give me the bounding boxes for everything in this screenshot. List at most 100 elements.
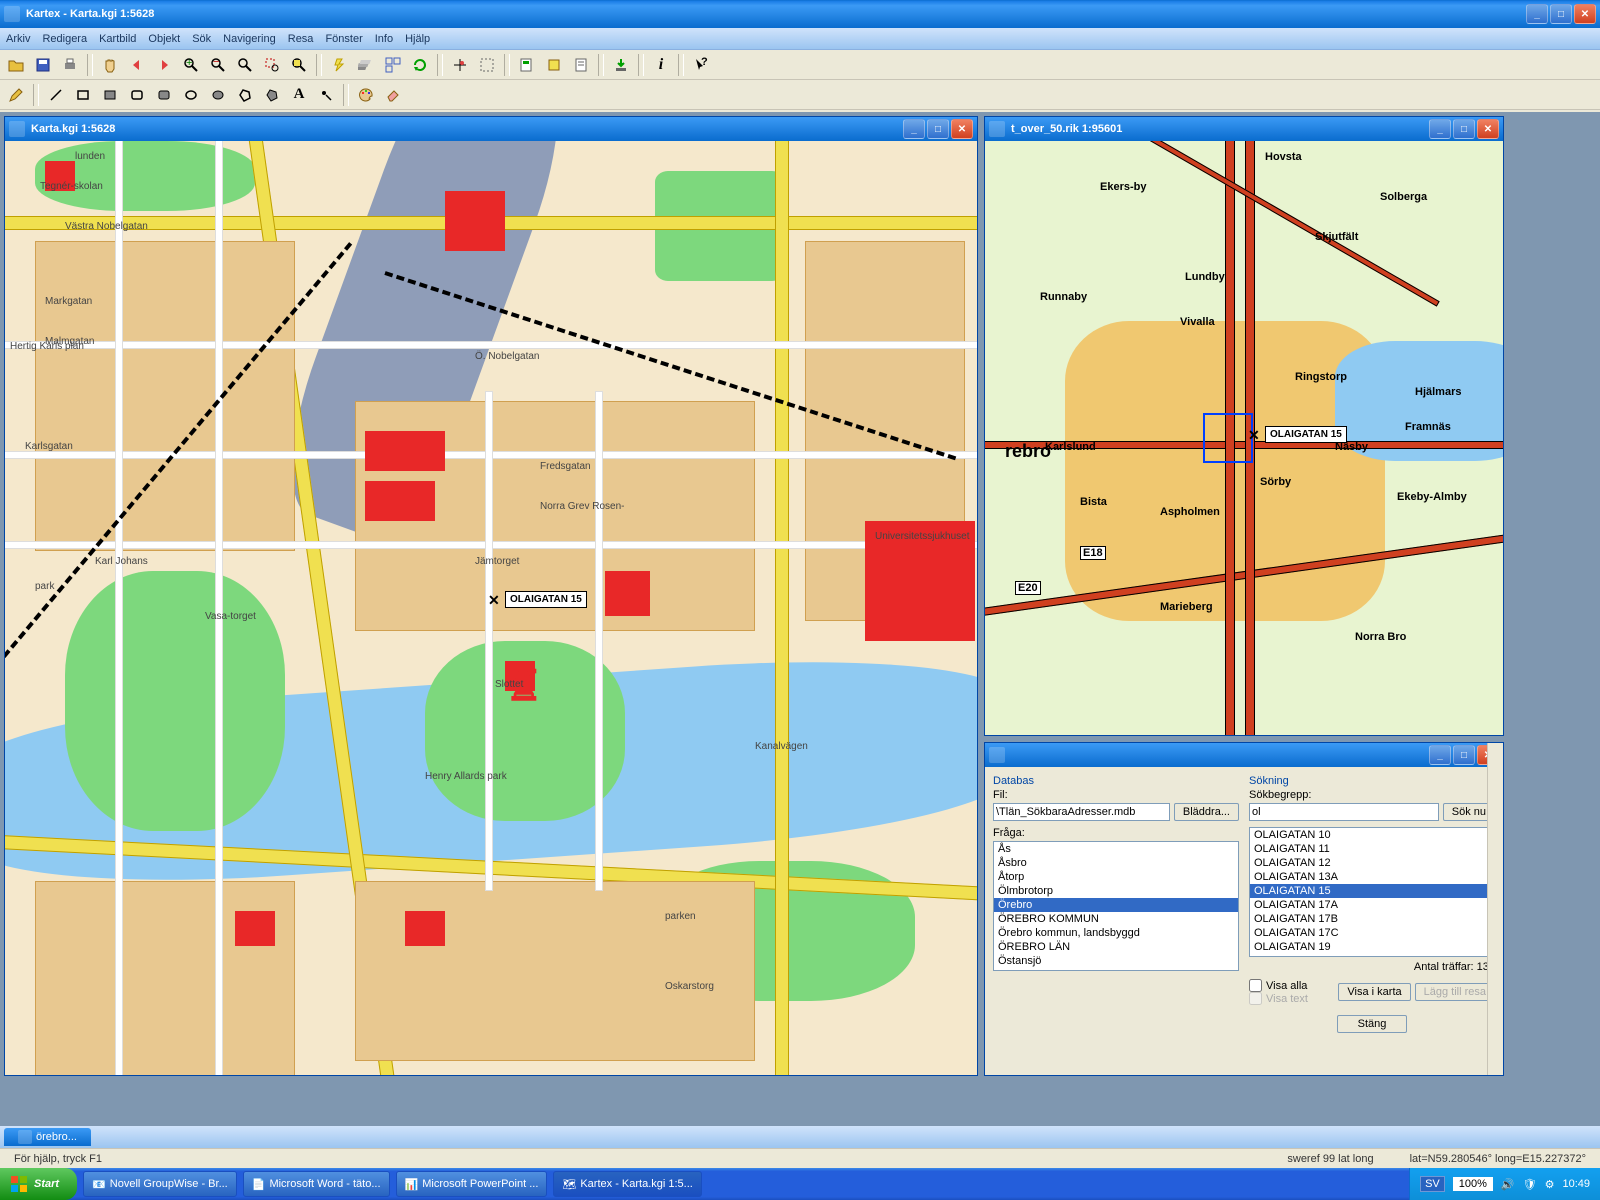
flash-icon[interactable] bbox=[327, 53, 351, 77]
menu-info[interactable]: Info bbox=[375, 33, 393, 45]
street-label: Slottet bbox=[495, 679, 523, 690]
street-label: Hertig Karls plan bbox=[10, 341, 84, 352]
map2-title: t_over_50.rik 1:95601 bbox=[1011, 123, 1122, 135]
statusbar: För hjälp, tryck F1 sweref 99 lat long l… bbox=[0, 1148, 1600, 1168]
browse-button[interactable]: Bläddra... bbox=[1174, 803, 1239, 821]
toolbar-draw: A bbox=[0, 80, 1600, 110]
street-label: Vasa-torget bbox=[205, 611, 256, 622]
fraga-list[interactable]: ÅsÅsbroÅtorpÖlmbrotorpÖrebroÖREBRO KOMMU… bbox=[993, 841, 1239, 971]
save-icon[interactable] bbox=[31, 53, 55, 77]
selection-icon[interactable] bbox=[475, 53, 499, 77]
system-tray[interactable]: SV 100% 🔊 🛡 ⚙ 10:49 bbox=[1409, 1168, 1600, 1200]
menu-objekt[interactable]: Objekt bbox=[148, 33, 180, 45]
menu-sok[interactable]: Sök bbox=[192, 33, 211, 45]
lagg-till-resa-button[interactable]: Lägg till resa bbox=[1415, 983, 1495, 1001]
open-icon[interactable] bbox=[4, 53, 28, 77]
nav-fwd-icon[interactable] bbox=[152, 53, 176, 77]
street-label: Norra Grev Rosen- bbox=[540, 501, 624, 512]
map2-canvas[interactable]: OLAIGATAN 15 rebro Hovsta Ekers-by Lundb… bbox=[985, 141, 1503, 735]
task-item[interactable]: 📄Microsoft Word - täto... bbox=[243, 1171, 390, 1197]
visa-alla-checkbox[interactable]: Visa alla bbox=[1249, 979, 1334, 992]
tray-icon[interactable]: 🛡 bbox=[1523, 1178, 1537, 1191]
map2-maximize-button[interactable]: □ bbox=[1453, 119, 1475, 139]
task-item[interactable]: 📊Microsoft PowerPoint ... bbox=[396, 1171, 548, 1197]
street-label: Jämtorget bbox=[475, 556, 519, 567]
zoom-obj-icon[interactable] bbox=[287, 53, 311, 77]
help-icon[interactable]: ? bbox=[689, 53, 713, 77]
roundrect-fill-icon[interactable] bbox=[152, 83, 176, 107]
map1-canvas[interactable]: ♜ OLAIGATAN 15 lunden Tegnér-skolan Väst… bbox=[5, 141, 977, 1075]
start-button[interactable]: Start bbox=[0, 1168, 77, 1200]
menu-kartbild[interactable]: Kartbild bbox=[99, 33, 136, 45]
app-close-button[interactable]: ✕ bbox=[1574, 4, 1596, 24]
pencil-icon[interactable] bbox=[4, 83, 28, 107]
svg-text:?: ? bbox=[701, 57, 708, 68]
results-list[interactable]: OLAIGATAN 10OLAIGATAN 11OLAIGATAN 12OLAI… bbox=[1249, 827, 1495, 957]
download-icon[interactable] bbox=[609, 53, 633, 77]
roundrect-icon[interactable] bbox=[125, 83, 149, 107]
polygon-icon[interactable] bbox=[233, 83, 257, 107]
nav-back-icon[interactable] bbox=[125, 53, 149, 77]
tray-lang[interactable]: SV bbox=[1420, 1176, 1445, 1192]
tray-icon[interactable]: 🔊 bbox=[1501, 1178, 1515, 1191]
search-icon bbox=[989, 747, 1005, 763]
line-icon[interactable] bbox=[44, 83, 68, 107]
map2-marker: OLAIGATAN 15 bbox=[1265, 426, 1347, 443]
coords-icon[interactable] bbox=[448, 53, 472, 77]
refresh-icon[interactable] bbox=[408, 53, 432, 77]
open-map-icon[interactable] bbox=[542, 53, 566, 77]
new-map-icon[interactable] bbox=[515, 53, 539, 77]
task-item[interactable]: 📧Novell GroupWise - Br... bbox=[83, 1171, 237, 1197]
search-maximize-button[interactable]: □ bbox=[1453, 745, 1475, 765]
map1-minimize-button[interactable]: _ bbox=[903, 119, 925, 139]
palette-icon[interactable] bbox=[354, 83, 378, 107]
zoom-area-icon[interactable] bbox=[260, 53, 284, 77]
rect-icon[interactable] bbox=[71, 83, 95, 107]
eraser-icon[interactable] bbox=[381, 83, 405, 107]
tray-clock[interactable]: 10:49 bbox=[1562, 1178, 1590, 1190]
menu-resa[interactable]: Resa bbox=[288, 33, 314, 45]
fil-input[interactable] bbox=[993, 803, 1170, 821]
polygon-fill-icon[interactable] bbox=[260, 83, 284, 107]
ov-label: Skjutfält bbox=[1315, 231, 1358, 243]
street-label: Henry Allards park bbox=[425, 771, 507, 782]
symbol-icon[interactable] bbox=[314, 83, 338, 107]
visa-text-checkbox[interactable]: Visa text bbox=[1249, 992, 1334, 1005]
search-minimize-button[interactable]: _ bbox=[1429, 745, 1451, 765]
text-icon[interactable]: A bbox=[287, 83, 311, 107]
info-icon[interactable]: i bbox=[649, 53, 673, 77]
map2-close-button[interactable]: ✕ bbox=[1477, 119, 1499, 139]
app-minimize-button[interactable]: _ bbox=[1526, 4, 1548, 24]
map1-close-button[interactable]: ✕ bbox=[951, 119, 973, 139]
layers-icon[interactable] bbox=[354, 53, 378, 77]
sokbegrepp-input[interactable] bbox=[1249, 803, 1439, 821]
viewports-icon[interactable] bbox=[381, 53, 405, 77]
map1-maximize-button[interactable]: □ bbox=[927, 119, 949, 139]
stang-button[interactable]: Stäng bbox=[1337, 1015, 1408, 1033]
overview-extent-box bbox=[1203, 413, 1253, 463]
menu-hjalp[interactable]: Hjälp bbox=[405, 33, 430, 45]
ellipse-fill-icon[interactable] bbox=[206, 83, 230, 107]
ov-label: Solberga bbox=[1380, 191, 1427, 203]
rect-fill-icon[interactable] bbox=[98, 83, 122, 107]
street-label: lunden bbox=[75, 151, 105, 162]
doc-icon[interactable] bbox=[569, 53, 593, 77]
task-item[interactable]: 🗺Kartex - Karta.kgi 1:5... bbox=[553, 1171, 701, 1197]
ellipse-icon[interactable] bbox=[179, 83, 203, 107]
zoom-out-icon[interactable]: − bbox=[206, 53, 230, 77]
visa-i-karta-button[interactable]: Visa i karta bbox=[1338, 983, 1410, 1001]
zoom-in-icon[interactable]: + bbox=[179, 53, 203, 77]
menu-arkiv[interactable]: Arkiv bbox=[6, 33, 30, 45]
app-maximize-button[interactable]: □ bbox=[1550, 4, 1572, 24]
menu-redigera[interactable]: Redigera bbox=[42, 33, 87, 45]
print-icon[interactable] bbox=[58, 53, 82, 77]
map-window-overview: t_over_50.rik 1:95601 _ □ ✕ OLAIGATAN 15… bbox=[984, 116, 1504, 736]
menu-navigering[interactable]: Navigering bbox=[223, 33, 276, 45]
hand-icon[interactable] bbox=[98, 53, 122, 77]
tray-icon[interactable]: ⚙ bbox=[1545, 1178, 1555, 1191]
menu-fonster[interactable]: Fönster bbox=[325, 33, 362, 45]
zoom-extent-icon[interactable] bbox=[233, 53, 257, 77]
mdi-tab[interactable]: örebro... bbox=[4, 1128, 91, 1146]
map2-minimize-button[interactable]: _ bbox=[1429, 119, 1451, 139]
street-label: Karlsgatan bbox=[25, 441, 73, 452]
